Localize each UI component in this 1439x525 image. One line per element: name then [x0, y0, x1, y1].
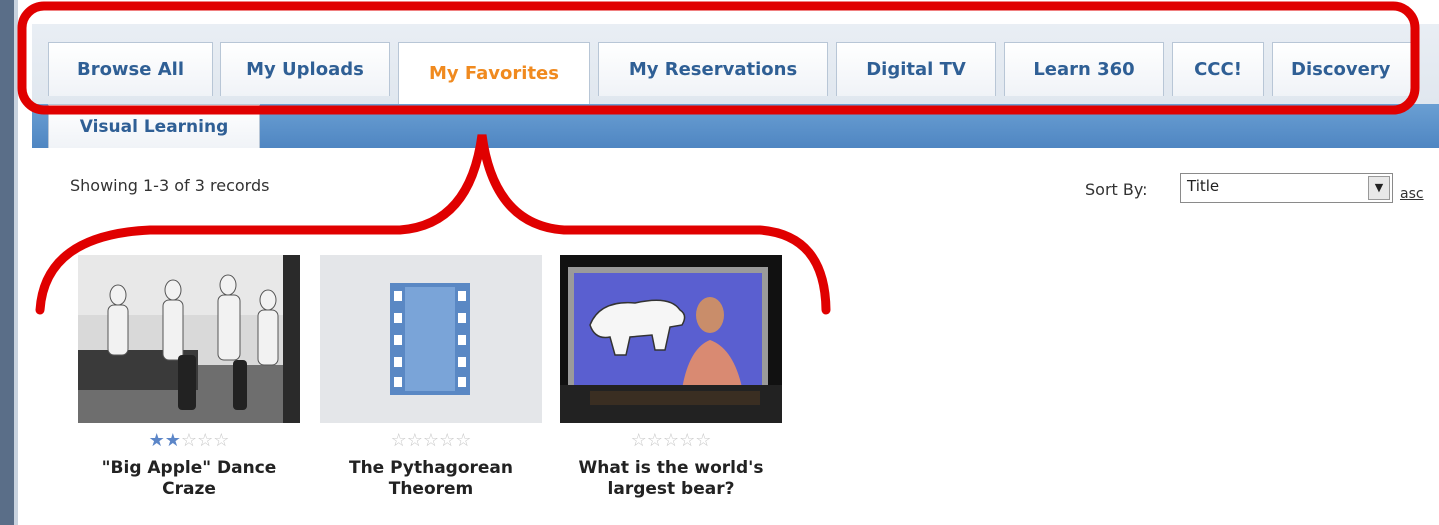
star-icon[interactable]: ☆ — [181, 430, 197, 451]
rating-stars-2[interactable]: ☆☆☆☆☆ — [320, 430, 542, 451]
records-count: Showing 1-3 of 3 records — [70, 176, 270, 195]
chevron-down-icon[interactable]: ▼ — [1368, 176, 1390, 200]
thumbnail-largest-bear[interactable] — [560, 255, 782, 423]
sort-selected-value: Title — [1187, 177, 1220, 195]
star-icon[interactable]: ☆ — [213, 430, 229, 451]
sort-label: Sort By: — [1085, 180, 1148, 199]
tab-browse-all[interactable]: Browse All — [48, 42, 213, 96]
item-title-3[interactable]: What is the world's largest bear? — [566, 458, 776, 500]
item-title-2[interactable]: The Pythagorean Theorem — [326, 458, 536, 500]
thumbnail-big-apple-dance[interactable] — [78, 255, 300, 423]
star-icon[interactable]: ☆ — [407, 430, 423, 451]
tab-discovery[interactable]: Discovery — [1272, 42, 1412, 96]
star-icon[interactable]: ☆ — [663, 430, 679, 451]
star-icon[interactable]: ☆ — [423, 430, 439, 451]
tab-visual-learning[interactable]: Visual Learning — [48, 104, 260, 148]
sort-select[interactable]: Title ▼ — [1180, 173, 1393, 203]
window-left-border-inner — [14, 0, 18, 525]
star-icon[interactable]: ☆ — [197, 430, 213, 451]
tab-my-reservations[interactable]: My Reservations — [598, 42, 828, 96]
star-icon[interactable]: ☆ — [695, 430, 711, 451]
item-title-1[interactable]: "Big Apple" Dance Craze — [84, 458, 294, 500]
star-icon[interactable]: ☆ — [679, 430, 695, 451]
rating-stars-1[interactable]: ★★☆☆☆ — [78, 430, 300, 451]
star-icon[interactable]: ☆ — [631, 430, 647, 451]
star-icon[interactable]: ☆ — [391, 430, 407, 451]
star-icon[interactable]: ☆ — [439, 430, 455, 451]
thumbnail-pythagorean-theorem[interactable] — [320, 255, 542, 423]
star-icon[interactable]: ☆ — [455, 430, 471, 451]
tab-ccc[interactable]: CCC! — [1172, 42, 1264, 96]
rating-stars-3[interactable]: ☆☆☆☆☆ — [560, 430, 782, 451]
window-left-border — [0, 0, 14, 525]
tab-my-uploads[interactable]: My Uploads — [220, 42, 390, 96]
star-icon[interactable]: ☆ — [647, 430, 663, 451]
tab-learn-360[interactable]: Learn 360 — [1004, 42, 1164, 96]
tab-my-favorites[interactable]: My Favorites — [398, 42, 590, 104]
sort-order-link[interactable]: asc — [1400, 186, 1424, 202]
star-icon[interactable]: ★ — [165, 430, 181, 451]
star-icon[interactable]: ★ — [149, 430, 165, 451]
tab-digital-tv[interactable]: Digital TV — [836, 42, 996, 96]
